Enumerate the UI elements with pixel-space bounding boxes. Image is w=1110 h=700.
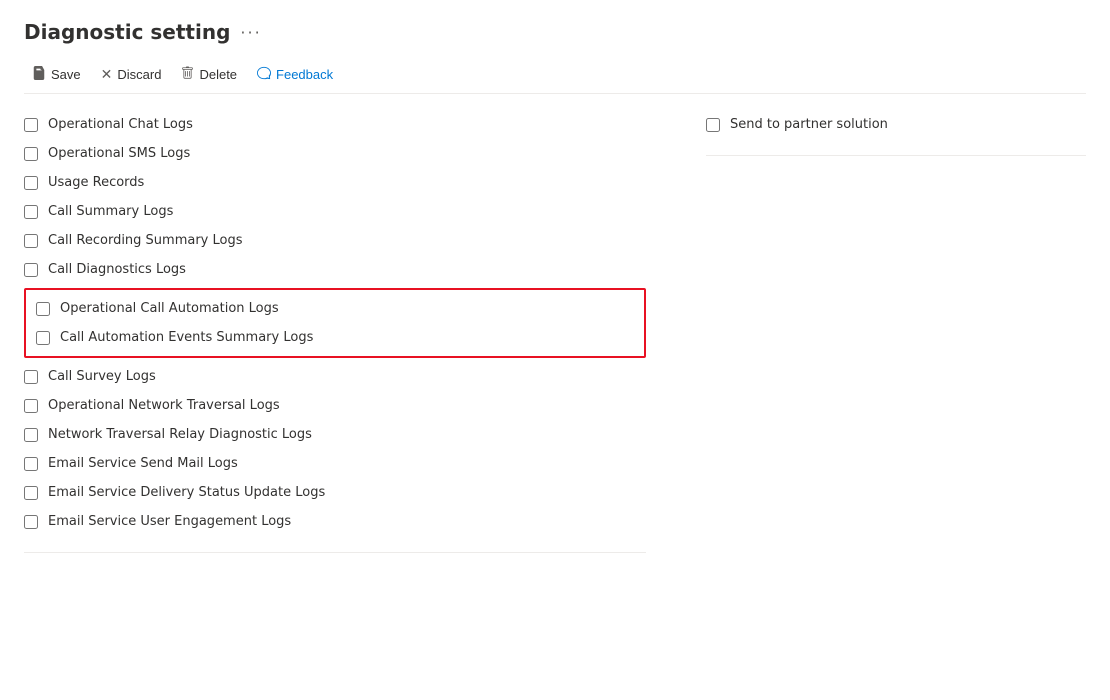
delete-button[interactable]: Delete	[173, 62, 245, 87]
call-diagnostics-logs-checkbox[interactable]	[24, 263, 38, 277]
list-item: Call Summary Logs	[24, 197, 646, 226]
list-item: Network Traversal Relay Diagnostic Logs	[24, 420, 646, 449]
save-button[interactable]: Save	[24, 62, 89, 87]
discard-icon: ✕	[101, 66, 113, 83]
list-item: Operational Chat Logs	[24, 110, 646, 139]
right-bottom-divider	[706, 155, 1086, 156]
call-diagnostics-logs-label[interactable]: Call Diagnostics Logs	[48, 262, 186, 277]
feedback-label: Feedback	[276, 67, 333, 82]
toolbar: Save ✕ Discard Delete Feedback	[24, 56, 1086, 94]
operational-call-automation-logs-label[interactable]: Operational Call Automation Logs	[60, 301, 279, 316]
content-area: Operational Chat Logs Operational SMS Lo…	[24, 110, 1086, 553]
delete-icon	[181, 66, 194, 83]
send-to-partner-checkbox[interactable]	[706, 118, 720, 132]
more-options-icon[interactable]: ···	[240, 23, 261, 42]
operational-chat-logs-label[interactable]: Operational Chat Logs	[48, 117, 193, 132]
page-title: Diagnostic setting	[24, 20, 230, 44]
send-to-partner-label[interactable]: Send to partner solution	[730, 117, 888, 132]
save-label: Save	[51, 67, 81, 82]
right-panel: Send to partner solution	[686, 110, 1086, 553]
operational-sms-logs-label[interactable]: Operational SMS Logs	[48, 146, 190, 161]
network-traversal-relay-diagnostic-logs-checkbox[interactable]	[24, 428, 38, 442]
email-service-user-engagement-logs-checkbox[interactable]	[24, 515, 38, 529]
call-survey-logs-label[interactable]: Call Survey Logs	[48, 369, 156, 384]
list-item: Operational Call Automation Logs	[26, 294, 644, 323]
list-item: Operational Network Traversal Logs	[24, 391, 646, 420]
list-item: Call Survey Logs	[24, 362, 646, 391]
send-to-partner-row: Send to partner solution	[706, 110, 1086, 139]
highlighted-section: Operational Call Automation Logs Call Au…	[24, 288, 646, 358]
operational-chat-logs-checkbox[interactable]	[24, 118, 38, 132]
list-item: Call Recording Summary Logs	[24, 226, 646, 255]
list-item: Call Automation Events Summary Logs	[26, 323, 644, 352]
call-survey-logs-checkbox[interactable]	[24, 370, 38, 384]
usage-records-label[interactable]: Usage Records	[48, 175, 144, 190]
call-summary-logs-checkbox[interactable]	[24, 205, 38, 219]
email-service-send-mail-logs-checkbox[interactable]	[24, 457, 38, 471]
call-summary-logs-label[interactable]: Call Summary Logs	[48, 204, 173, 219]
save-icon	[32, 66, 46, 83]
email-service-user-engagement-logs-label[interactable]: Email Service User Engagement Logs	[48, 514, 291, 529]
operational-network-traversal-logs-label[interactable]: Operational Network Traversal Logs	[48, 398, 280, 413]
delete-label: Delete	[199, 67, 237, 82]
list-item: Operational SMS Logs	[24, 139, 646, 168]
call-automation-events-summary-logs-label[interactable]: Call Automation Events Summary Logs	[60, 330, 313, 345]
call-recording-summary-logs-label[interactable]: Call Recording Summary Logs	[48, 233, 243, 248]
operational-sms-logs-checkbox[interactable]	[24, 147, 38, 161]
list-item: Email Service User Engagement Logs	[24, 507, 646, 536]
bottom-divider	[24, 552, 646, 553]
feedback-icon	[257, 66, 271, 83]
email-service-delivery-status-update-logs-label[interactable]: Email Service Delivery Status Update Log…	[48, 485, 325, 500]
list-item: Email Service Delivery Status Update Log…	[24, 478, 646, 507]
call-automation-events-summary-logs-checkbox[interactable]	[36, 331, 50, 345]
operational-network-traversal-logs-checkbox[interactable]	[24, 399, 38, 413]
operational-call-automation-logs-checkbox[interactable]	[36, 302, 50, 316]
discard-label: Discard	[117, 67, 161, 82]
usage-records-checkbox[interactable]	[24, 176, 38, 190]
feedback-button[interactable]: Feedback	[249, 62, 341, 87]
call-recording-summary-logs-checkbox[interactable]	[24, 234, 38, 248]
discard-button[interactable]: ✕ Discard	[93, 62, 170, 87]
list-item: Call Diagnostics Logs	[24, 255, 646, 284]
list-item: Email Service Send Mail Logs	[24, 449, 646, 478]
email-service-send-mail-logs-label[interactable]: Email Service Send Mail Logs	[48, 456, 238, 471]
left-panel: Operational Chat Logs Operational SMS Lo…	[24, 110, 686, 553]
network-traversal-relay-diagnostic-logs-label[interactable]: Network Traversal Relay Diagnostic Logs	[48, 427, 312, 442]
list-item: Usage Records	[24, 168, 646, 197]
email-service-delivery-status-update-logs-checkbox[interactable]	[24, 486, 38, 500]
